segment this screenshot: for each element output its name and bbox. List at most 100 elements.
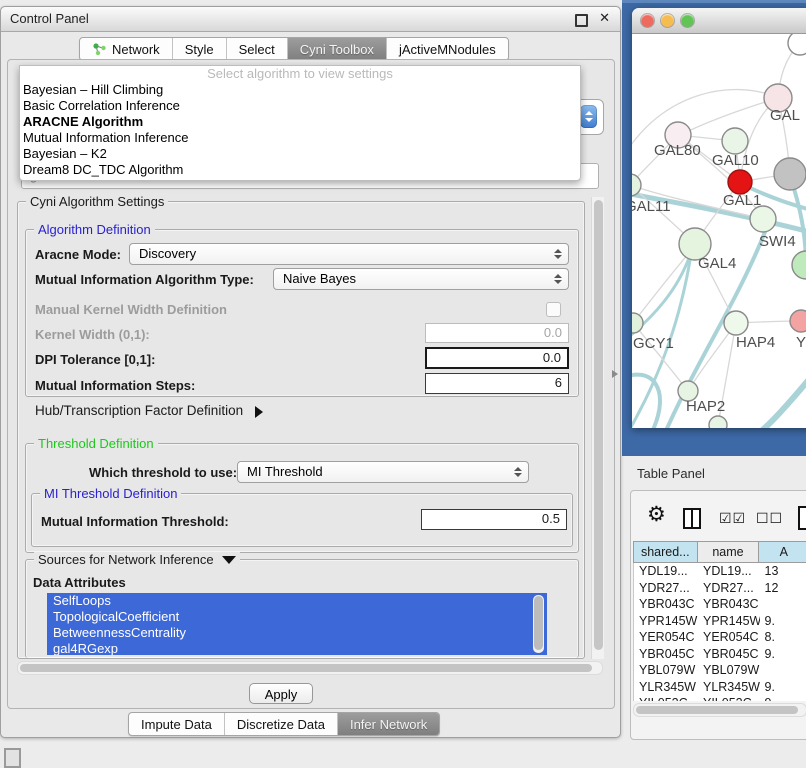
algorithm-option[interactable]: Basic Correlation Inference [20, 98, 580, 114]
table-row[interactable]: YPR145WYPR145W9. [634, 613, 806, 630]
network-window-titlebar[interactable] [632, 8, 806, 34]
tab-cyni-toolbox-label: Cyni Toolbox [300, 42, 374, 57]
table-cell [760, 662, 806, 679]
settings-vertical-scrollbar[interactable] [591, 197, 604, 659]
table-cell: YLR345W [698, 679, 760, 696]
table-row[interactable]: YLR345WYLR345W9. [634, 679, 806, 696]
network-node-gcy1[interactable] [632, 313, 643, 333]
attribute-list-item[interactable]: gal4RGexp [47, 641, 547, 655]
algorithm-option[interactable]: ARACNE Algorithm [20, 114, 580, 130]
tab-jactivemnodules[interactable]: jActiveMNodules [387, 38, 508, 60]
tab-discretize-data[interactable]: Discretize Data [225, 713, 338, 735]
node-label: GCY1 [633, 335, 674, 352]
table-row[interactable]: YBR043CYBR043C [634, 596, 806, 613]
table-row[interactable]: YIL052CYIL052C9 [634, 695, 806, 701]
table-scrollbar-thumb[interactable] [636, 706, 798, 714]
attribute-list-item[interactable]: BetweennessCentrality [47, 625, 547, 641]
algorithm-definition-title: Algorithm Definition [34, 222, 155, 237]
kernel-width-label: Kernel Width (0,1): [35, 327, 150, 342]
tab-infer-network-label: Infer Network [350, 717, 427, 732]
column-header[interactable]: name [698, 541, 760, 563]
network-node-gal10[interactable] [722, 128, 748, 154]
network-view-window[interactable]: GALGAL80GAL10GAL1GAL11SWI4GAL4GCY1HAP4YH… [632, 8, 806, 428]
attributes-list-scrollbar[interactable] [533, 595, 544, 653]
algorithm-option[interactable]: Mutual Information Inference [20, 130, 580, 146]
network-node[interactable] [709, 416, 727, 428]
select-all-checkboxes-icon[interactable]: ☑☑ [719, 510, 746, 527]
table-cell: YDL19... [698, 563, 760, 580]
table-row[interactable]: YBR045CYBR045C9. [634, 646, 806, 663]
control-panel-titlebar[interactable]: Control Panel ✕ [1, 7, 620, 32]
network-node-gal1[interactable] [728, 170, 752, 194]
dpi-tolerance-field[interactable]: 0.0 [425, 347, 569, 369]
which-threshold-combobox[interactable]: MI Threshold [237, 461, 529, 483]
table-row[interactable]: YER054CYER054C8. [634, 629, 806, 646]
float-window-icon[interactable] [575, 14, 588, 27]
horizontal-scrollbar-thumb[interactable] [20, 664, 592, 672]
algorithm-dropdown-popup: Select algorithm to view settings Bayesi… [19, 65, 581, 181]
table-cell: YER054C [634, 629, 698, 646]
attribute-list-item[interactable]: SelfLoops [47, 593, 547, 609]
tab-infer-network[interactable]: Infer Network [338, 713, 439, 735]
tab-style[interactable]: Style [173, 38, 227, 60]
data-attributes-label: Data Attributes [33, 575, 126, 590]
column-header[interactable]: shared... [633, 541, 698, 563]
table-panel: ⚙ ☑☑ ☐☐ shared...nameA YDL19...YDL19...1… [630, 490, 806, 740]
dpi-tolerance-label: DPI Tolerance [0,1]: [35, 352, 155, 367]
table-row[interactable]: YDL19...YDL19...13 [634, 563, 806, 580]
zoom-traffic-light-icon[interactable] [681, 14, 694, 27]
table-row[interactable]: YBL079WYBL079W [634, 662, 806, 679]
minimize-traffic-light-icon[interactable] [661, 14, 674, 27]
panel-splitter-handle-icon[interactable] [612, 370, 622, 378]
network-node-hap4[interactable] [724, 311, 748, 335]
scrollbar-thumb[interactable] [534, 596, 543, 650]
tab-cyni-toolbox[interactable]: Cyni Toolbox [288, 38, 387, 60]
table-cell: YBR043C [698, 596, 760, 613]
close-traffic-light-icon[interactable] [641, 14, 654, 27]
deselect-all-checkboxes-icon[interactable]: ☐☐ [756, 510, 783, 527]
attribute-list-item[interactable]: TopologicalCoefficient [47, 609, 547, 625]
tab-select[interactable]: Select [227, 38, 288, 60]
manual-kernel-checkbox[interactable] [546, 302, 561, 317]
tab-impute-data[interactable]: Impute Data [129, 713, 225, 735]
algorithm-option[interactable]: Bayesian – Hill Climbing [20, 82, 580, 98]
sources-group-title[interactable]: Sources for Network Inference [34, 552, 240, 571]
network-node[interactable] [774, 158, 806, 190]
which-threshold-label: Which threshold to use: [89, 465, 237, 480]
mi-threshold-field[interactable]: 0.5 [421, 509, 567, 530]
table-horizontal-scrollbar[interactable] [633, 703, 806, 717]
network-canvas[interactable]: GALGAL80GAL10GAL1GAL11SWI4GAL4GCY1HAP4YH… [632, 34, 806, 428]
network-node[interactable] [788, 34, 806, 55]
table-cell: YPR145W [698, 613, 760, 630]
control-panel-tabbar: Network Style Select Cyni Toolbox jActiv… [79, 37, 509, 61]
hub-definition-expander[interactable]: Hub/Transcription Factor Definition [35, 403, 269, 418]
close-icon[interactable]: ✕ [599, 10, 610, 26]
network-node-y[interactable] [790, 310, 806, 332]
table-row[interactable]: YDR27...YDR27...12 [634, 580, 806, 597]
gear-icon[interactable]: ⚙ [647, 504, 666, 525]
node-label: GAL1 [723, 192, 761, 209]
expander-collapsed-icon [255, 406, 269, 418]
mi-type-combobox[interactable]: Naive Bayes [273, 268, 569, 290]
minimized-panel-icon[interactable] [4, 748, 21, 768]
split-columns-icon[interactable] [683, 508, 701, 529]
vertical-scrollbar-thumb[interactable] [594, 200, 603, 650]
algorithm-option[interactable]: Bayesian – K2 [20, 146, 580, 162]
kernel-width-field[interactable]: 0.0 [425, 323, 569, 343]
combobox-stepper-icon[interactable] [580, 105, 597, 128]
apply-button[interactable]: Apply [249, 683, 313, 704]
tab-discretize-data-label: Discretize Data [237, 717, 325, 732]
network-node-swi4[interactable] [750, 206, 776, 232]
data-attributes-list[interactable]: SelfLoopsTopologicalCoefficientBetweenne… [47, 593, 547, 655]
settings-horizontal-scrollbar[interactable] [17, 661, 603, 675]
algorithm-option[interactable]: Dream8 DC_TDC Algorithm [20, 162, 580, 178]
network-node[interactable] [792, 251, 806, 279]
aracne-mode-combobox[interactable]: Discovery [129, 243, 569, 265]
column-header[interactable]: A [759, 541, 806, 563]
tab-network[interactable]: Network [80, 38, 173, 60]
tab-network-label: Network [112, 42, 160, 57]
new-table-icon[interactable] [798, 506, 806, 530]
tab-jactivemnodules-label: jActiveMNodules [399, 42, 496, 57]
mi-steps-field[interactable]: 6 [425, 373, 569, 394]
table-cell: YLR345W [634, 679, 698, 696]
